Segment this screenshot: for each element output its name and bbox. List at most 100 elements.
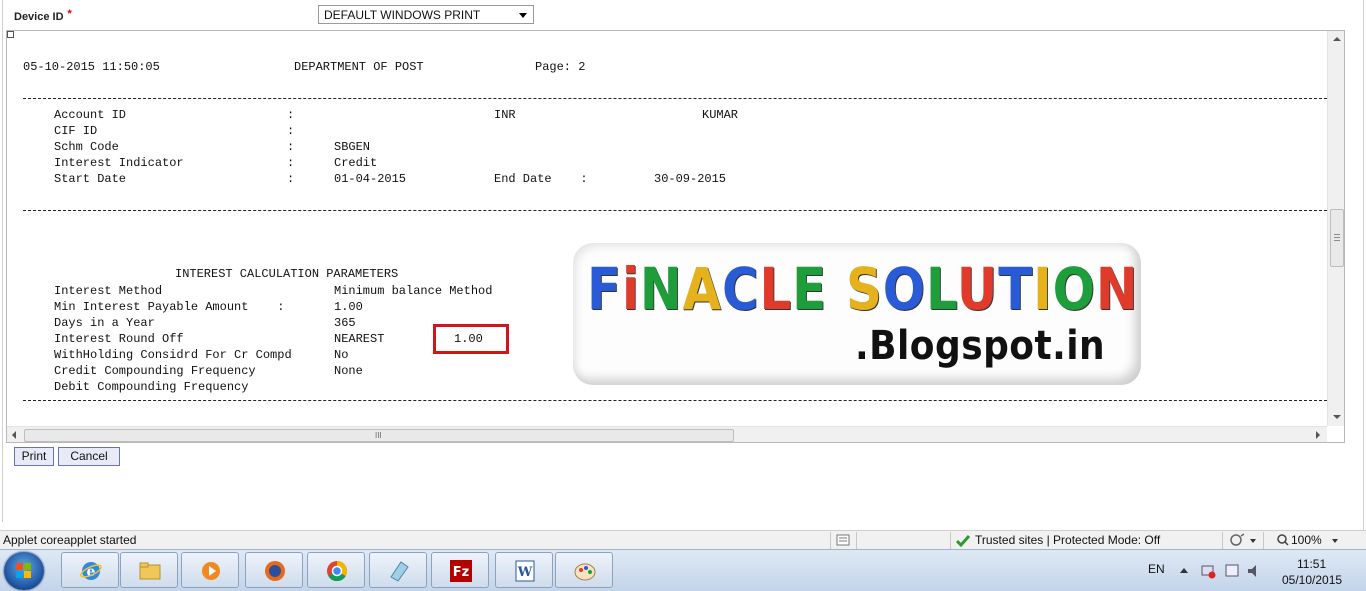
logo-letter: E [792, 255, 828, 323]
chevron-down-icon[interactable] [1332, 539, 1338, 543]
logo-letter: i [621, 255, 640, 323]
cancel-button[interactable]: Cancel [58, 447, 120, 466]
logo-letter: L [759, 255, 793, 323]
taskbar-firefox[interactable] [245, 552, 303, 588]
account-field-separator: : [287, 172, 295, 186]
account-field-value: 01-04-2015 [334, 172, 407, 186]
logo-letter: N [1095, 255, 1139, 323]
horizontal-scroll-thumb[interactable]: III [24, 429, 734, 442]
device-id-label: Device ID * [14, 8, 72, 23]
param-label: Days in a Year [54, 316, 155, 330]
taskbar-windows-explorer[interactable] [120, 552, 178, 588]
scroll-right-icon[interactable] [1316, 431, 1320, 439]
taskbar-notepad[interactable] [369, 552, 427, 588]
device-id-label-text: Device ID [14, 11, 64, 23]
logo-letter: L [926, 255, 957, 323]
notepad-icon [390, 561, 409, 582]
action-center-icon[interactable] [1224, 563, 1240, 579]
account-field-value: Credit [334, 156, 378, 170]
window-left-border [2, 0, 3, 522]
logo-letter: A [682, 255, 722, 323]
taskbar-chrome[interactable] [307, 552, 365, 588]
account-field-label: Account ID [54, 108, 127, 122]
scroll-up-icon[interactable] [1333, 37, 1341, 41]
filezilla-icon: Fz [450, 560, 472, 582]
report-page: Page: 2 [535, 60, 586, 74]
param-label: Min Interest Payable Amount : [54, 300, 285, 314]
grip-line [1334, 234, 1340, 235]
divider-line [23, 400, 1327, 401]
required-mark: * [67, 8, 72, 20]
account-field-label: Interest Indicator [54, 156, 184, 170]
zoom-icon[interactable] [1277, 534, 1289, 546]
divider-line [23, 210, 1327, 211]
clock-date[interactable]: 05/10/2015 [1282, 573, 1342, 587]
word-glyph: W [517, 565, 533, 580]
param-label: Debit Compounding Frequency [54, 380, 249, 394]
grip-line [1334, 237, 1340, 238]
paint-palette-icon [574, 563, 596, 581]
device-id-select[interactable]: DEFAULT WINDOWS PRINT [318, 5, 534, 24]
network-icon[interactable] [1200, 563, 1216, 579]
account-field-extra: KUMAR [702, 108, 739, 122]
chrome-icon [327, 560, 348, 582]
print-button[interactable]: Print [14, 447, 54, 466]
vertical-scrollbar[interactable] [1327, 31, 1344, 426]
vertical-scroll-thumb[interactable] [1330, 209, 1344, 267]
param-value: 365 [334, 316, 356, 330]
security-zone-text[interactable]: Trusted sites | Protected Mode: Off [975, 533, 1160, 547]
chevron-down-icon[interactable] [519, 13, 527, 18]
internet-explorer-icon: e [80, 562, 102, 580]
account-field-extra: 30-09-2015 [654, 172, 727, 186]
param-label: Interest Method [54, 284, 163, 298]
param-value: None [334, 364, 363, 378]
report-content: 05-10-2015 11:50:05 DEPARTMENT OF POST P… [7, 31, 1327, 426]
protected-mode-icon[interactable] [1229, 533, 1245, 547]
firefox-icon [265, 561, 285, 581]
account-field-extra: End Date : [494, 172, 588, 186]
folder-icon [139, 562, 161, 580]
taskbar-filezilla[interactable]: Fz [431, 552, 489, 588]
report-viewer: 05-10-2015 11:50:05 DEPARTMENT OF POST P… [6, 30, 1345, 443]
taskbar-paint[interactable] [555, 552, 613, 588]
logo-letter: C [721, 255, 760, 323]
param-label: WithHolding Considrd For Cr Compd [54, 348, 292, 362]
logo-letter: O [882, 255, 927, 323]
window-right-border [1363, 0, 1364, 530]
horizontal-scrollbar[interactable]: III [7, 426, 1327, 442]
status-separator [950, 532, 951, 549]
taskbar-media-player[interactable] [181, 552, 239, 588]
media-player-icon [202, 562, 220, 580]
logo-letter: F [587, 255, 622, 323]
taskbar-word[interactable]: W [495, 552, 553, 588]
account-field-label: Start Date [54, 172, 127, 186]
status-separator [830, 532, 831, 549]
zoom-level[interactable]: 100% [1291, 533, 1322, 547]
page-icon[interactable] [836, 534, 850, 546]
clock-time[interactable]: 11:51 [1297, 557, 1326, 571]
account-field-separator: : [287, 124, 295, 138]
volume-icon[interactable] [1246, 563, 1262, 579]
param-value: Minimum balance Method [334, 284, 493, 298]
taskbar-internet-explorer[interactable]: e [61, 552, 119, 588]
show-hidden-icons-icon[interactable] [1180, 568, 1188, 573]
divider-line [23, 98, 1327, 99]
chevron-down-icon[interactable] [1250, 539, 1256, 543]
status-separator [856, 532, 857, 549]
param-label: Credit Compounding Frequency [54, 364, 256, 378]
account-field-value: SBGEN [334, 140, 371, 154]
logo-letter: N [639, 255, 683, 323]
scroll-left-icon[interactable] [12, 431, 16, 439]
report-datetime: 05-10-2015 11:50:05 [23, 60, 160, 74]
account-field-separator: : [287, 156, 295, 170]
scroll-down-icon[interactable] [1333, 415, 1341, 419]
status-separator [1263, 532, 1264, 549]
param-value: NEAREST [334, 332, 385, 346]
checkmark-icon [956, 535, 970, 547]
corner-marker [7, 31, 14, 38]
logo-title: FiNACLE SOLUTION [587, 255, 1138, 323]
start-button[interactable] [4, 552, 44, 590]
section-title: INTEREST CALCULATION PARAMETERS [175, 267, 399, 281]
language-indicator[interactable]: EN [1148, 562, 1165, 576]
logo-letter: S [845, 255, 883, 323]
